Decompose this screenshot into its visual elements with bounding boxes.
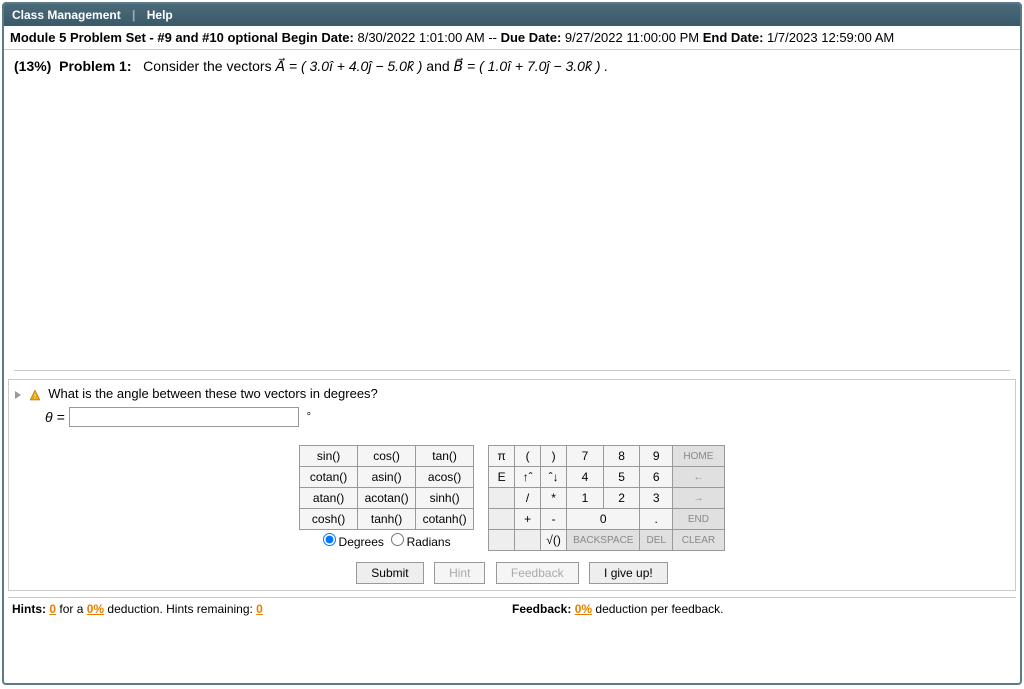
four-button[interactable]: 4 [567, 467, 604, 488]
function-keypad: sin()cos()tan() cotan()asin()acos() atan… [299, 445, 474, 552]
down-button[interactable]: ˆ↓ [541, 467, 567, 488]
right-button[interactable]: → [672, 488, 724, 509]
problem-label: Problem 1: [59, 58, 131, 74]
begin-date-label: Begin Date: [282, 30, 354, 45]
asin-button[interactable]: asin() [358, 467, 416, 488]
pi-button[interactable]: π [489, 446, 515, 467]
six-button[interactable]: 6 [640, 467, 672, 488]
two-button[interactable]: 2 [603, 488, 640, 509]
warning-icon: ! [29, 389, 41, 401]
atan-button[interactable]: atan() [300, 488, 358, 509]
cotanh-button[interactable]: cotanh() [416, 509, 474, 530]
acotan-button[interactable]: acotan() [358, 488, 416, 509]
module-header: Module 5 Problem Set - #9 and #10 option… [4, 26, 1020, 50]
nine-button[interactable]: 9 [640, 446, 672, 467]
begin-date: 8/30/2022 1:01:00 AM [357, 30, 484, 45]
giveup-button[interactable]: I give up! [589, 562, 668, 584]
end-date: 1/7/2023 12:59:00 AM [767, 30, 894, 45]
help-link[interactable]: Help [147, 8, 173, 22]
radians-radio[interactable]: Radians [391, 535, 451, 549]
cos-button[interactable]: cos() [358, 446, 416, 467]
multiply-button[interactable]: * [541, 488, 567, 509]
feedback-text: deduction per feedback. [595, 602, 723, 616]
question-prompt: What is the angle between these two vect… [48, 386, 378, 401]
sqrt-button[interactable]: √() [541, 530, 567, 551]
due-date: 9/27/2022 11:00:00 PM [565, 30, 699, 45]
hints-remaining: 0 [256, 602, 263, 616]
problem-weight: (13%) [14, 58, 51, 74]
clear-button[interactable]: CLEAR [672, 530, 724, 551]
cosh-button[interactable]: cosh() [300, 509, 358, 530]
end-button[interactable]: END [672, 509, 724, 530]
footer: Hints: 0 for a 0% deduction. Hints remai… [8, 597, 1016, 620]
minus-button[interactable]: - [541, 509, 567, 530]
question-panel: ! What is the angle between these two ve… [8, 379, 1016, 591]
tan-button[interactable]: tan() [416, 446, 474, 467]
hints-text: for a [59, 602, 86, 616]
divide-button[interactable]: / [515, 488, 541, 509]
problem-statement: (13%) Problem 1: Consider the vectors A⃗… [14, 58, 1010, 75]
dot-button[interactable]: . [640, 509, 672, 530]
tanh-button[interactable]: tanh() [358, 509, 416, 530]
variable-label: θ = [45, 409, 65, 425]
expand-icon[interactable] [15, 391, 21, 399]
hints-pct: 0% [87, 602, 104, 616]
degrees-radio[interactable]: Degrees [323, 535, 384, 549]
five-button[interactable]: 5 [603, 467, 640, 488]
problem-text-1: Consider the vectors [143, 58, 275, 74]
module-title: Module 5 Problem Set - #9 and #10 option… [10, 30, 278, 45]
three-button[interactable]: 3 [640, 488, 672, 509]
plus-button[interactable]: + [515, 509, 541, 530]
problem-and: and [426, 58, 453, 74]
hints-label: Hints: [12, 602, 46, 616]
cotan-button[interactable]: cotan() [300, 467, 358, 488]
one-button[interactable]: 1 [567, 488, 604, 509]
home-button[interactable]: HOME [672, 446, 724, 467]
feedback-label: Feedback: [512, 602, 571, 616]
class-management-link[interactable]: Class Management [12, 8, 121, 22]
vector-b: B⃗ = ( 1.0î + 7.0ĵ − 3.0k̂ ) . [454, 58, 609, 74]
feedback-button[interactable]: Feedback [496, 562, 579, 584]
unit-label: ° [307, 411, 311, 423]
up-button[interactable]: ↑ˆ [515, 467, 541, 488]
titlebar: Class Management | Help [4, 4, 1020, 26]
eight-button[interactable]: 8 [603, 446, 640, 467]
zero-button[interactable]: 0 [567, 509, 640, 530]
action-buttons: Submit Hint Feedback I give up! [15, 562, 1009, 584]
feedback-pct: 0% [575, 602, 592, 616]
seven-button[interactable]: 7 [567, 446, 604, 467]
answer-input[interactable] [69, 407, 299, 427]
del-button[interactable]: DEL [640, 530, 672, 551]
sinh-button[interactable]: sinh() [416, 488, 474, 509]
rparen-button[interactable]: ) [541, 446, 567, 467]
e-button[interactable]: E [489, 467, 515, 488]
submit-button[interactable]: Submit [356, 562, 423, 584]
hints-text2: deduction. Hints remaining: [107, 602, 256, 616]
end-date-label: End Date: [703, 30, 764, 45]
hint-button[interactable]: Hint [434, 562, 485, 584]
sin-button[interactable]: sin() [300, 446, 358, 467]
vector-a: A⃗ = ( 3.0î + 4.0ĵ − 5.0k̂ ) [275, 58, 422, 74]
numeric-keypad: π ( ) 7 8 9 HOME E ↑ˆ ˆ↓ 4 5 6 ← [488, 445, 725, 551]
workspace [14, 81, 1010, 371]
separator: | [132, 8, 135, 22]
backspace-button[interactable]: BACKSPACE [567, 530, 640, 551]
svg-text:!: ! [34, 394, 36, 401]
due-date-label: Due Date: [501, 30, 562, 45]
lparen-button[interactable]: ( [515, 446, 541, 467]
left-button[interactable]: ← [672, 467, 724, 488]
hints-count: 0 [49, 602, 56, 616]
acos-button[interactable]: acos() [416, 467, 474, 488]
angle-mode: Degrees Radians [300, 530, 474, 553]
